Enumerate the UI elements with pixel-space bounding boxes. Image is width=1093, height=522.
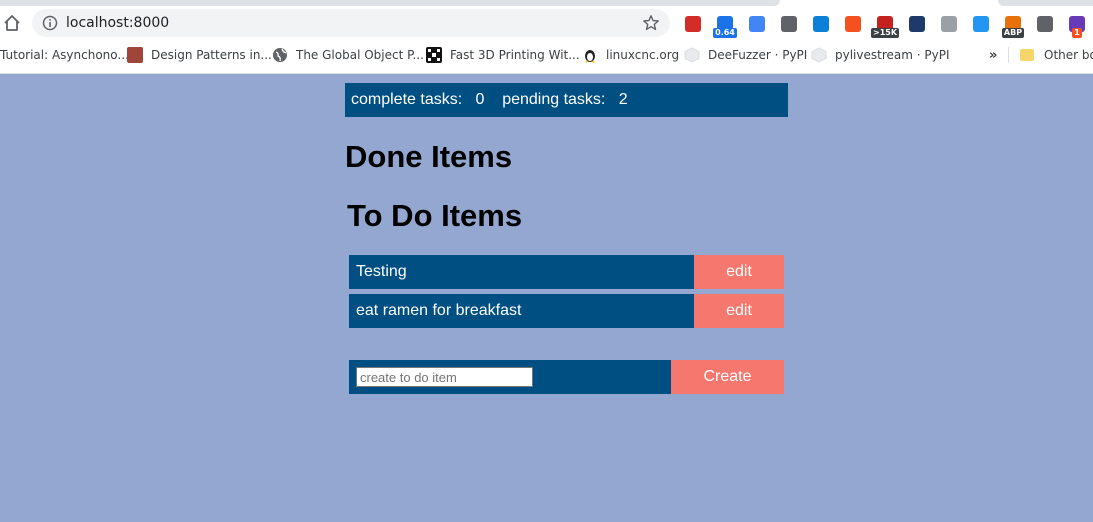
bookmark-label: Design Patterns in... <box>151 48 272 62</box>
tab-strip-right <box>998 0 1093 6</box>
j-extension-button[interactable] <box>906 13 928 35</box>
tetris-icon <box>1037 16 1053 32</box>
edge-icon <box>813 16 829 32</box>
edit-button[interactable]: edit <box>694 294 784 328</box>
url-text[interactable]: localhost:8000 <box>66 15 169 31</box>
bookmark-item[interactable]: Tutorial: Asynchono... <box>0 45 129 65</box>
code-extension-button[interactable] <box>938 13 960 35</box>
folder-icon <box>1020 49 1034 61</box>
j-icon <box>909 16 925 32</box>
other-bookmarks-folder[interactable]: Other bo <box>1020 45 1093 65</box>
home-icon <box>4 15 20 31</box>
bookmarks-overflow-button[interactable]: » <box>989 45 997 65</box>
abc-extension-button[interactable]: ABP <box>1001 13 1025 38</box>
create-input-container <box>349 360 671 394</box>
extension-badge: ABP <box>1001 28 1025 38</box>
todo-app: complete tasks: 0 pending tasks: 2 Done … <box>345 83 788 394</box>
edit-button[interactable]: edit <box>694 255 784 289</box>
todo-items-heading: To Do Items <box>347 198 523 233</box>
package-icon <box>684 47 700 63</box>
done-items-heading: Done Items <box>345 139 513 174</box>
overflow-chevron-icon: » <box>989 47 998 63</box>
todo-item: eat ramen for breakfast edit <box>349 294 784 328</box>
package-icon <box>811 47 827 63</box>
create-button[interactable]: Create <box>671 360 784 394</box>
code-icon <box>941 16 957 32</box>
bookmark-item[interactable]: linuxcnc.org <box>582 45 679 65</box>
bookmark-item[interactable]: Design Patterns in... <box>127 45 272 65</box>
task-counter-bar: complete tasks: 0 pending tasks: 2 <box>345 83 788 117</box>
address-bar[interactable]: localhost:8000 <box>32 9 670 37</box>
star-burst-extension-button[interactable]: 1 <box>1066 13 1088 38</box>
speed-extension-button[interactable]: 0.64 <box>713 13 737 38</box>
create-todo-form: Create <box>349 360 784 394</box>
puzzle-extension-button[interactable] <box>970 13 992 35</box>
bookmark-label: DeeFuzzer · PyPI <box>708 48 808 62</box>
extension-badge: 1 <box>1072 28 1082 38</box>
complete-tasks-label: complete tasks: <box>351 91 463 108</box>
camera-extension-button[interactable] <box>778 13 800 35</box>
globe-icon <box>273 48 287 62</box>
penguin-icon <box>585 50 595 63</box>
camera-icon <box>781 16 797 32</box>
bookmark-label: pylivestream · PyPI <box>835 48 950 62</box>
bookmark-item[interactable]: Fast 3D Printing Wit... <box>426 45 580 65</box>
todo-list: Testing edit eat ramen for breakfast edi… <box>349 255 784 333</box>
todo-item-text: eat ramen for breakfast <box>349 294 694 328</box>
bookmarks-divider <box>1008 47 1009 63</box>
pending-tasks-label: pending tasks: <box>502 91 606 108</box>
bookmark-label: Other bo <box>1044 48 1093 62</box>
bookmark-label: linuxcnc.org <box>606 48 680 62</box>
bookmark-item[interactable]: The Global Object P... <box>272 45 424 65</box>
book-icon <box>127 47 143 63</box>
bookmark-item[interactable]: DeeFuzzer · PyPI <box>684 45 807 65</box>
extension-badge: >15K <box>870 28 900 38</box>
docs-icon <box>749 16 765 32</box>
lighthouse-icon <box>845 16 861 32</box>
tetris-extension-button[interactable] <box>1034 13 1056 35</box>
extension-badge: 0.64 <box>713 28 737 38</box>
home-button[interactable] <box>2 13 22 33</box>
tab-strip <box>0 0 780 6</box>
lighthouse-extension-button[interactable] <box>842 13 864 35</box>
bookmark-label: Tutorial: Asynchono... <box>0 48 129 62</box>
browser-chrome: localhost:8000 0.64 >15K ABP 1 Tutorial: As… <box>0 0 1093 74</box>
bookmark-star-icon[interactable] <box>642 14 660 32</box>
pixel-icon <box>426 47 442 63</box>
bookmark-label: The Global Object P... <box>296 48 424 62</box>
todo-item: Testing edit <box>349 255 784 289</box>
lastpass-extension-button[interactable] <box>682 13 704 35</box>
lastpass-icon <box>685 16 701 32</box>
create-todo-input[interactable] <box>356 367 533 387</box>
puzzle-icon <box>973 16 989 32</box>
extensions-toolbar: 0.64 >15K ABP 1 <box>682 11 1093 38</box>
docs-extension-button[interactable] <box>746 13 768 35</box>
edge-extension-button[interactable] <box>810 13 832 35</box>
todo-item-text: Testing <box>349 255 694 289</box>
info-icon[interactable] <box>42 15 58 31</box>
gmail-extension-button[interactable]: >15K <box>870 13 900 38</box>
bookmark-item[interactable]: pylivestream · PyPI <box>811 45 949 65</box>
bookmark-label: Fast 3D Printing Wit... <box>450 48 580 62</box>
pending-tasks-count: 2 <box>618 91 628 108</box>
complete-tasks-count: 0 <box>475 91 485 108</box>
bookmarks-bar: Tutorial: Asynchono... Design Patterns i… <box>0 45 1093 65</box>
